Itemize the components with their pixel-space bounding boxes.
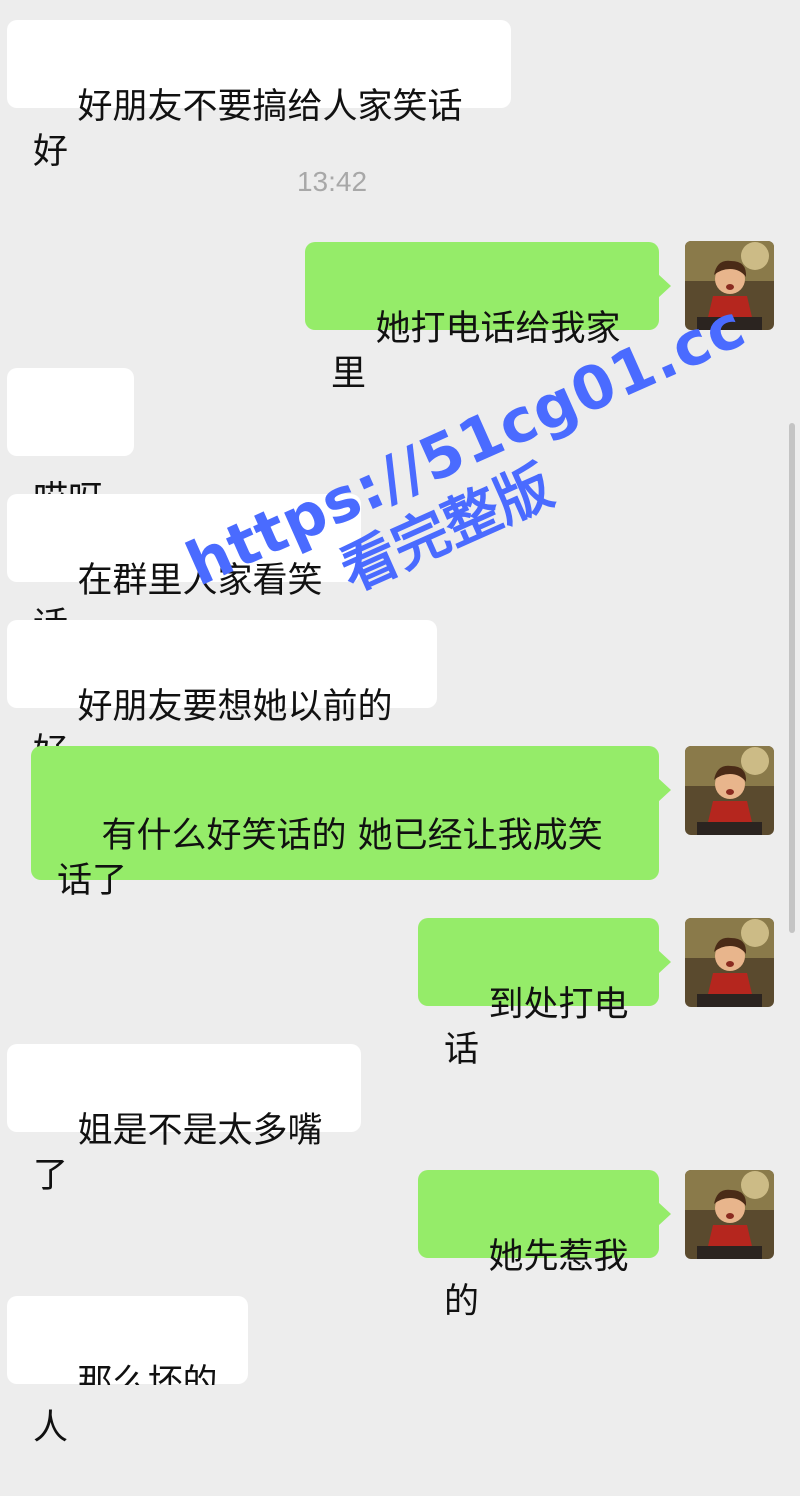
message-text: 她打电话给我家里 — [331, 309, 621, 394]
message-text: 到处打电话 — [444, 985, 629, 1070]
outgoing-message-bubble[interactable]: 她打电话给我家里 — [305, 242, 671, 394]
incoming-message-bubble[interactable]: 好朋友不要搞给人家笑话好 — [7, 20, 511, 172]
message-text: 那么坏的人 — [33, 1363, 218, 1448]
message-text: 有什么好笑话的 她已经让我成笑话了 — [57, 816, 603, 901]
incoming-message-bubble[interactable]: 姐是不是太多嘴了 — [7, 1044, 361, 1196]
scrollbar[interactable] — [789, 423, 795, 933]
message-timestamp: 13:42 — [296, 166, 368, 197]
avatar-image — [685, 241, 774, 330]
user-avatar[interactable] — [685, 241, 774, 330]
outgoing-message-bubble[interactable]: 她先惹我的 — [418, 1170, 671, 1322]
outgoing-message-bubble[interactable]: 到处打电话 — [418, 918, 671, 1070]
avatar-image — [685, 746, 774, 835]
chat-message-list[interactable]: 好朋友不要搞给人家笑话好 13:42 她打电话给我家里 哎呀 在群里人家看笑话 … — [0, 0, 800, 1448]
incoming-message-bubble[interactable]: 哎呀 — [7, 368, 134, 520]
message-text: 她先惹我的 — [444, 1237, 629, 1322]
user-avatar[interactable] — [685, 1170, 774, 1259]
user-avatar[interactable] — [685, 746, 774, 835]
avatar-image — [685, 1170, 774, 1259]
incoming-message-bubble[interactable]: 在群里人家看笑话 — [7, 494, 361, 646]
incoming-message-bubble[interactable]: 好朋友要想她以前的好 — [7, 620, 437, 772]
bottom-edge — [0, 1385, 800, 1401]
message-text: 姐是不是太多嘴了 — [33, 1111, 323, 1196]
avatar-image — [685, 918, 774, 1007]
message-text: 好朋友不要搞给人家笑话好 — [33, 87, 463, 172]
incoming-message-bubble[interactable]: 那么坏的人 — [7, 1296, 248, 1448]
outgoing-message-bubble[interactable]: 有什么好笑话的 她已经让我成笑话了 — [31, 746, 671, 901]
user-avatar[interactable] — [685, 918, 774, 1007]
